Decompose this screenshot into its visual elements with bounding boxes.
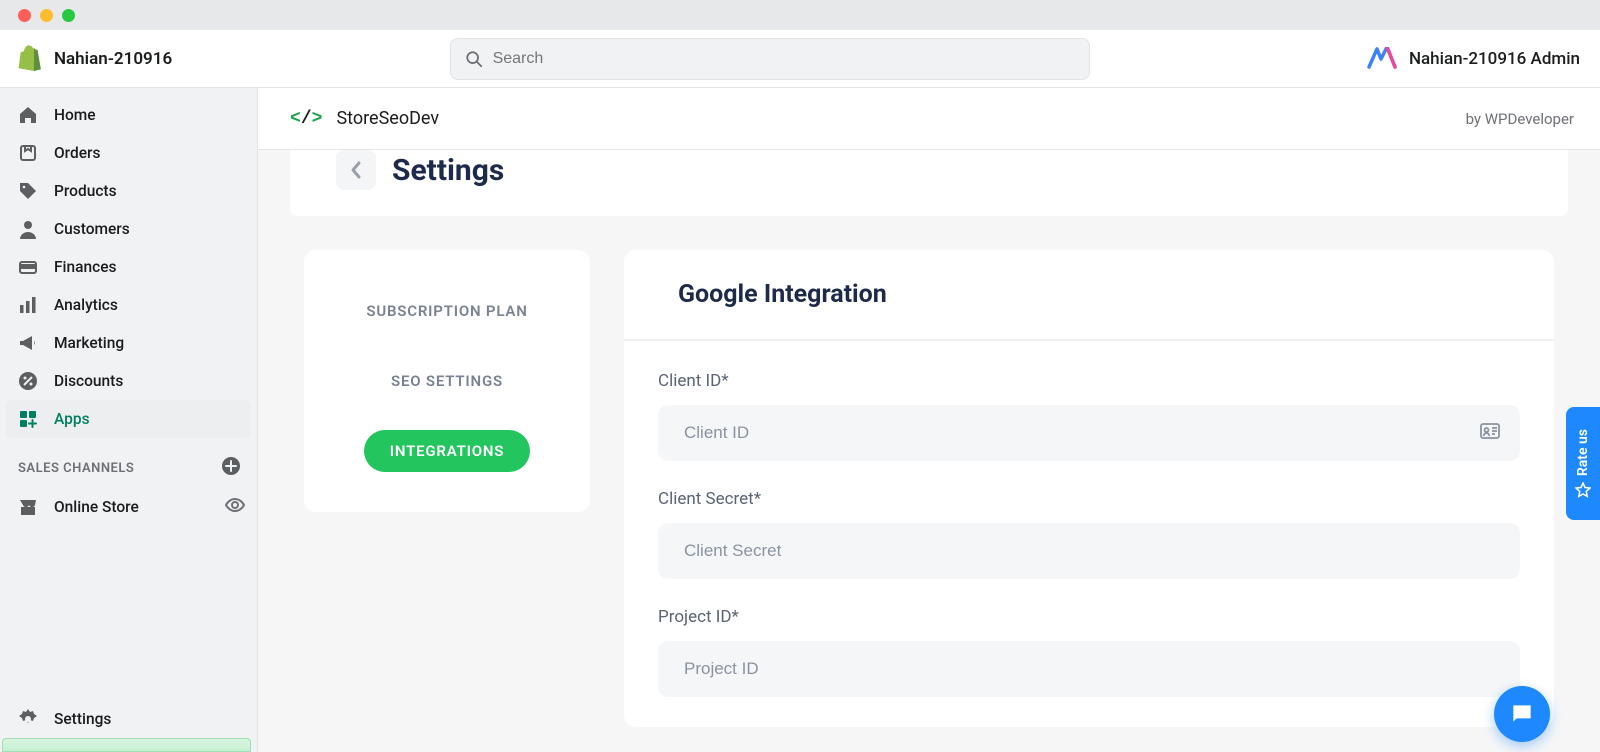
account-avatar-icon <box>1367 44 1397 74</box>
window-zoom-icon[interactable] <box>62 9 75 22</box>
section-label: SALES CHANNELS <box>18 461 134 476</box>
settings-nav-integrations[interactable]: INTEGRATIONS <box>364 430 531 472</box>
app-logo-icon: </> <box>290 109 322 129</box>
sidebar-item-label: Online Store <box>54 498 139 516</box>
home-icon <box>18 105 38 125</box>
sidebar-item-finances[interactable]: Finances <box>0 248 257 286</box>
content-row: SUBSCRIPTION PLAN SEO SETTINGS INTEGRATI… <box>258 216 1600 727</box>
form-label: Project ID* <box>658 607 1520 627</box>
star-icon <box>1575 482 1591 498</box>
sidebar-item-label: Products <box>54 182 117 200</box>
sidebar-item-label: Discounts <box>54 372 123 390</box>
chevron-left-icon <box>349 160 363 180</box>
sidebar-item-label: Marketing <box>54 334 124 352</box>
sidebar-item-label: Home <box>54 106 96 124</box>
form-card-title: Google Integration <box>678 280 1500 309</box>
chat-icon <box>1509 701 1535 727</box>
sidebar-item-apps[interactable]: Apps <box>6 400 251 438</box>
bottom-highlight <box>2 738 251 752</box>
account-name: Nahian-210916 Admin <box>1409 49 1580 69</box>
sidebar-section-sales-channels: SALES CHANNELS <box>0 438 257 488</box>
chat-bubble-button[interactable] <box>1494 686 1550 742</box>
back-button[interactable] <box>336 150 376 190</box>
project-id-input[interactable] <box>658 641 1520 697</box>
app-bar: </> StoreSeoDev by WPDeveloper <box>258 88 1600 150</box>
search-input[interactable] <box>493 50 1075 68</box>
form-group-client-id: Client ID* <box>658 371 1520 461</box>
search-wrap <box>172 38 1367 80</box>
form-card-header: Google Integration <box>624 250 1554 341</box>
input-wrap <box>658 641 1520 697</box>
account-area[interactable]: Nahian-210916 Admin <box>1367 44 1580 74</box>
sidebar-item-analytics[interactable]: Analytics <box>0 286 257 324</box>
sidebar-item-label: Orders <box>54 144 101 162</box>
search-icon <box>465 50 483 68</box>
settings-nav-seo[interactable]: SEO SETTINGS <box>365 360 529 402</box>
eye-icon[interactable] <box>225 495 245 519</box>
orders-icon <box>18 143 38 163</box>
gear-icon <box>18 709 38 729</box>
sidebar-item-label: Analytics <box>54 296 118 314</box>
top-header: Nahian-210916 Nahian-210916 Admin <box>0 30 1600 88</box>
settings-nav: SUBSCRIPTION PLAN SEO SETTINGS INTEGRATI… <box>304 250 590 512</box>
products-icon <box>18 181 38 201</box>
sidebar-item-settings[interactable]: Settings <box>0 700 257 738</box>
rate-us-tab[interactable]: Rate us <box>1566 407 1600 520</box>
finances-icon <box>18 257 38 277</box>
window-minimize-icon[interactable] <box>40 9 53 22</box>
input-wrap <box>658 523 1520 579</box>
app-by: by WPDeveloper <box>1466 110 1574 128</box>
window-close-icon[interactable] <box>18 9 31 22</box>
main-content: </> StoreSeoDev by WPDeveloper Settings … <box>258 88 1600 752</box>
sidebar-item-home[interactable]: Home <box>0 96 257 134</box>
form-group-project-id: Project ID* <box>658 607 1520 697</box>
sidebar-item-label: Finances <box>54 258 116 276</box>
form-label: Client ID* <box>658 371 1520 391</box>
sidebar-item-discounts[interactable]: Discounts <box>0 362 257 400</box>
sidebar-item-label: Settings <box>54 710 111 728</box>
form-label: Client Secret* <box>658 489 1520 509</box>
client-secret-input[interactable] <box>658 523 1520 579</box>
analytics-icon <box>18 295 38 315</box>
id-card-icon <box>1480 423 1500 443</box>
app-title: StoreSeoDev <box>336 108 439 129</box>
discounts-icon <box>18 371 38 391</box>
settings-nav-subscription[interactable]: SUBSCRIPTION PLAN <box>340 290 553 332</box>
marketing-icon <box>18 333 38 353</box>
page-title: Settings <box>392 153 504 188</box>
window-titlebar <box>0 0 1600 30</box>
rate-us-label: Rate us <box>1575 429 1591 476</box>
sidebar-item-customers[interactable]: Customers <box>0 210 257 248</box>
sidebar-item-label: Apps <box>54 410 90 428</box>
shopify-logo-icon <box>16 44 42 74</box>
customers-icon <box>18 219 38 239</box>
sidebar-item-products[interactable]: Products <box>0 172 257 210</box>
main-layout: Home Orders Products Customers Finances … <box>0 88 1600 752</box>
form-card: Google Integration Client ID* Clien <box>624 250 1554 727</box>
sidebar-item-orders[interactable]: Orders <box>0 134 257 172</box>
client-id-input[interactable] <box>658 405 1520 461</box>
sidebar-item-online-store[interactable]: Online Store <box>0 488 257 526</box>
apps-icon <box>18 409 38 429</box>
online-store-icon <box>18 497 38 517</box>
sidebar-item-marketing[interactable]: Marketing <box>0 324 257 362</box>
page-header: Settings <box>290 150 1568 216</box>
store-name: Nahian-210916 <box>54 49 172 69</box>
add-channel-icon[interactable] <box>221 456 241 480</box>
input-wrap <box>658 405 1520 461</box>
sidebar-item-label: Customers <box>54 220 130 238</box>
form-group-client-secret: Client Secret* <box>658 489 1520 579</box>
form-body: Client ID* Client Secret* <box>624 341 1554 727</box>
sidebar: Home Orders Products Customers Finances … <box>0 88 258 752</box>
search-box[interactable] <box>450 38 1090 80</box>
